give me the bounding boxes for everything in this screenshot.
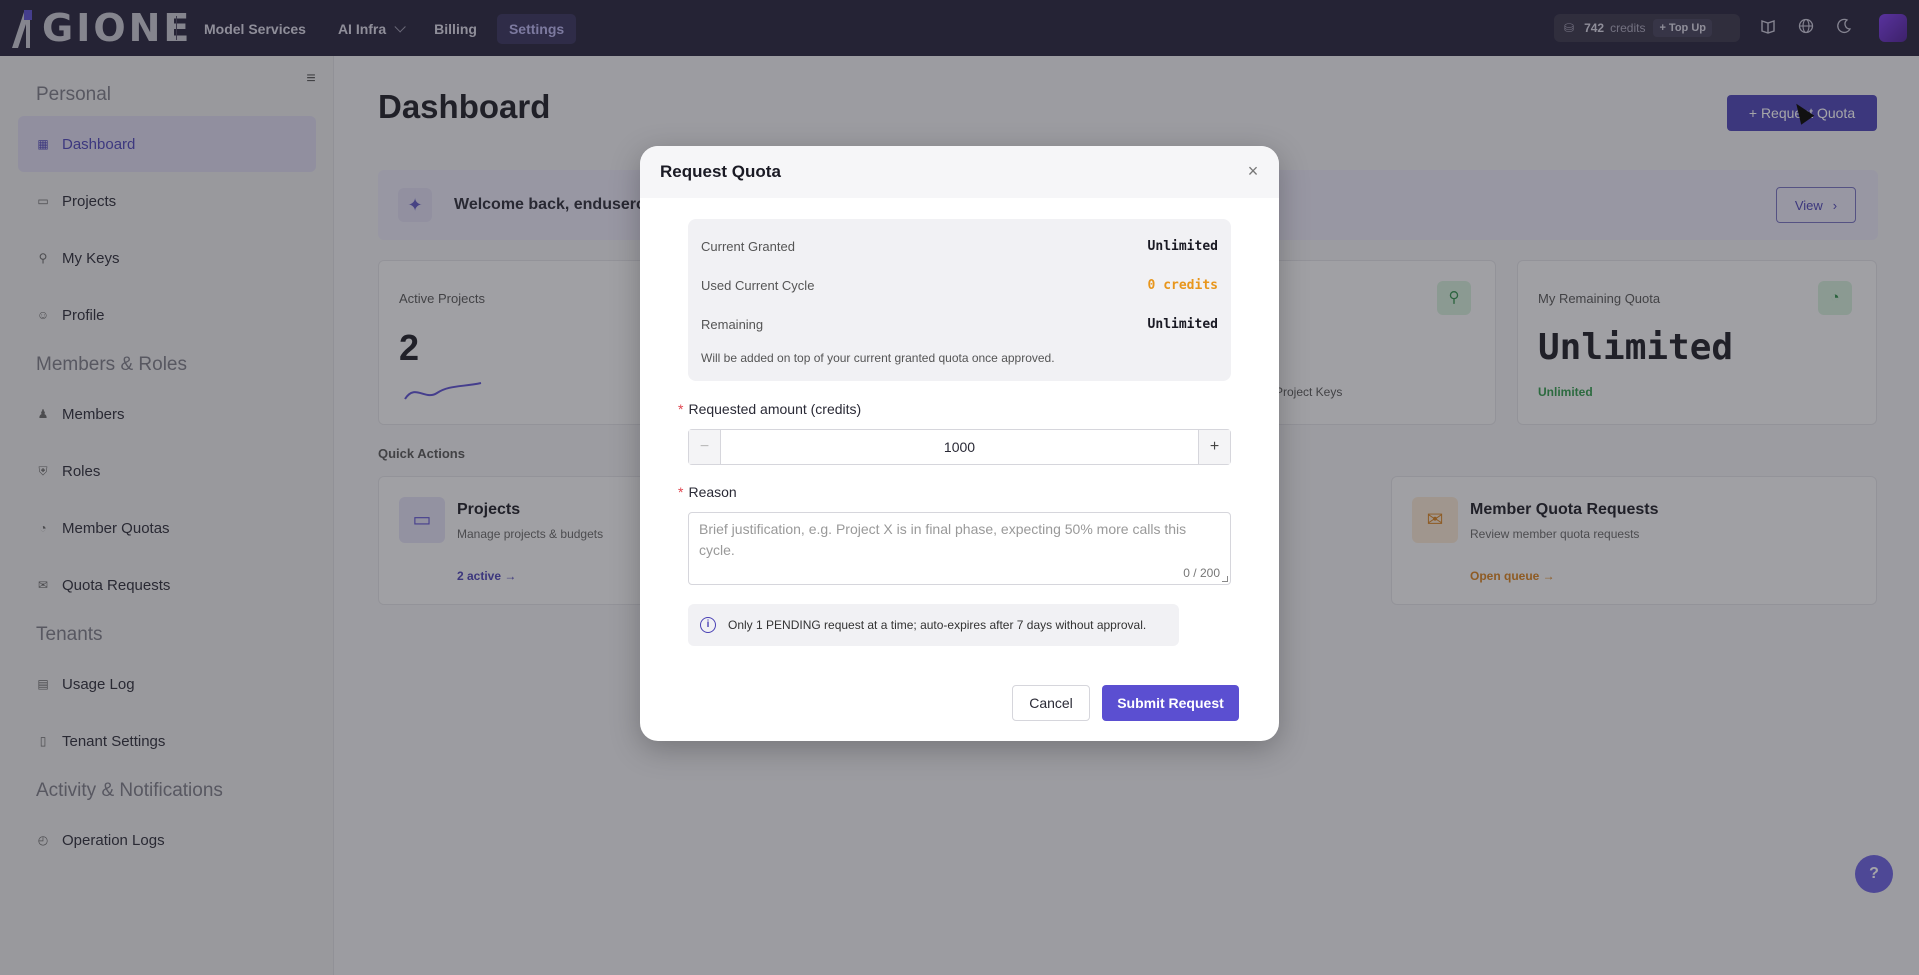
dialog-header: Request Quota ×	[640, 146, 1279, 198]
reason-label: * Reason	[678, 484, 737, 500]
summary-value: Unlimited	[1147, 239, 1218, 254]
summary-label: Used Current Cycle	[701, 278, 815, 293]
amount-input[interactable]: 1000	[721, 430, 1198, 464]
reason-placeholder: Brief justification, e.g. Project X is i…	[699, 521, 1187, 558]
reason-label-text: Reason	[688, 484, 737, 500]
close-icon[interactable]: ×	[1244, 162, 1262, 180]
summary-note: Will be added on top of your current gra…	[701, 351, 1055, 365]
quota-summary: Current Granted Unlimited Used Current C…	[688, 219, 1231, 381]
info-icon: i	[700, 617, 716, 633]
summary-row: Current Granted Unlimited	[701, 239, 1218, 254]
cancel-button[interactable]: Cancel	[1012, 685, 1090, 721]
submit-request-button[interactable]: Submit Request	[1102, 685, 1239, 721]
summary-label: Remaining	[701, 317, 764, 332]
character-counter: 0 / 200	[1183, 566, 1220, 580]
request-quota-dialog: Request Quota × Current Granted Unlimite…	[640, 146, 1279, 741]
pending-notice: i Only 1 PENDING request at a time; auto…	[688, 604, 1179, 646]
decrement-button[interactable]: −	[689, 430, 721, 464]
amount-label: * Requested amount (credits)	[678, 401, 861, 417]
notice-text: Only 1 PENDING request at a time; auto-e…	[728, 618, 1147, 632]
summary-row: Remaining Unlimited	[701, 317, 1218, 332]
amount-label-text: Requested amount (credits)	[688, 401, 862, 417]
increment-button[interactable]: +	[1198, 430, 1230, 464]
summary-value: 0 credits	[1147, 278, 1218, 293]
summary-value: Unlimited	[1147, 317, 1218, 332]
dialog-title: Request Quota	[660, 162, 781, 181]
required-marker: *	[678, 484, 684, 500]
resize-handle[interactable]	[1222, 576, 1228, 582]
required-marker: *	[678, 401, 684, 417]
summary-label: Current Granted	[701, 239, 795, 254]
reason-textarea[interactable]: Brief justification, e.g. Project X is i…	[688, 512, 1231, 585]
amount-stepper[interactable]: − 1000 +	[688, 429, 1231, 465]
summary-row: Used Current Cycle 0 credits	[701, 278, 1218, 293]
